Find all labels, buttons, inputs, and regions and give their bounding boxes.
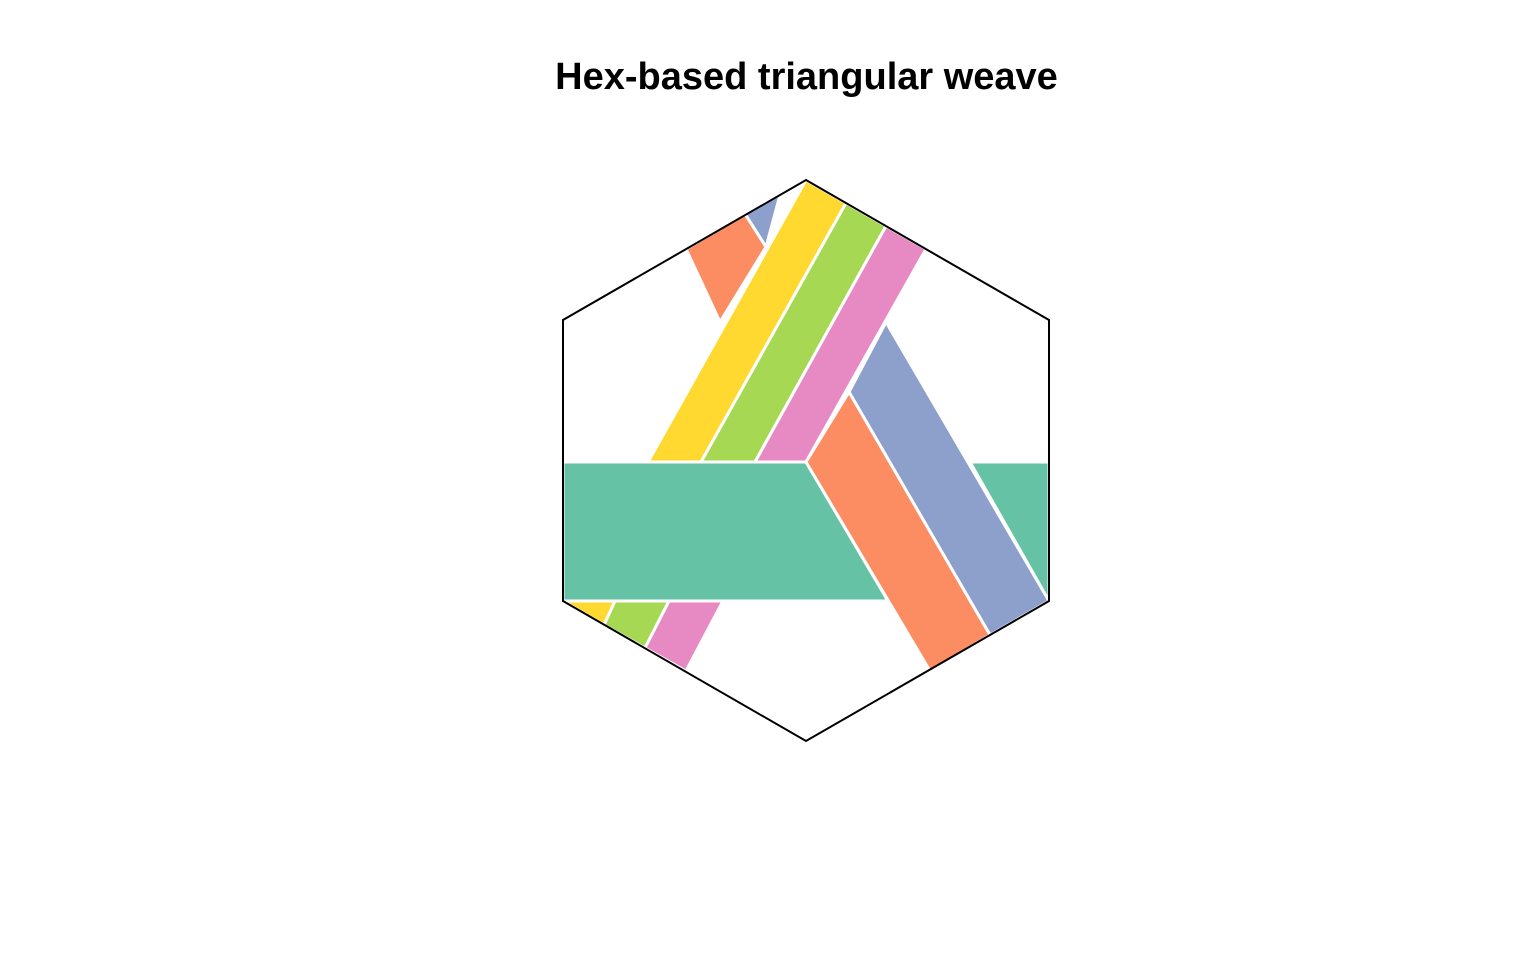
hex-weave-diagram bbox=[562, 178, 1050, 743]
